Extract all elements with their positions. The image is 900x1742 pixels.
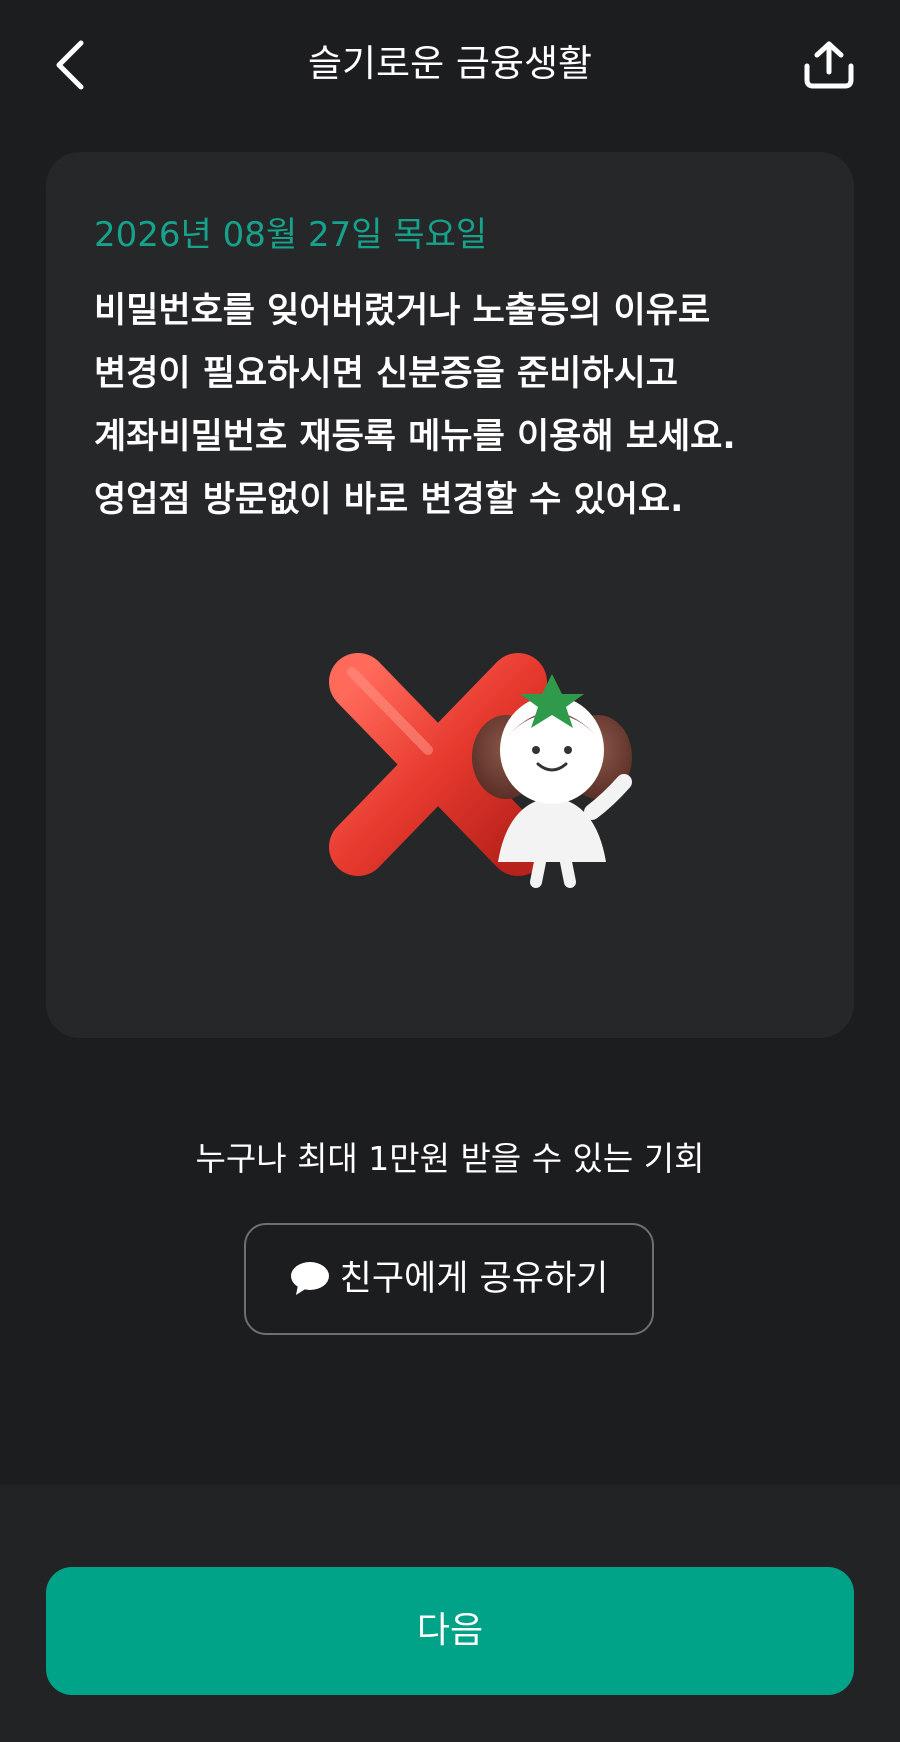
header: 슬기로운 금융생활 xyxy=(0,0,900,130)
next-button[interactable]: 다음 xyxy=(46,1567,854,1695)
card-message-line: 영업점 방문없이 바로 변경할 수 있어요. xyxy=(94,480,684,520)
card-message-line: 변경이 필요하시면 신분증을 준비하시고 xyxy=(94,354,678,394)
red-x-mascot-illustration xyxy=(329,653,632,888)
card-message: 비밀번호를 잊어버렸거나 노출등의 이유로 변경이 필요하시면 신분증을 준비하… xyxy=(94,280,834,532)
next-button-label: 다음 xyxy=(416,1610,484,1651)
share-with-friend-label: 친구에게 공유하기 xyxy=(339,1259,609,1299)
share-with-friend-button[interactable]: 친구에게 공유하기 xyxy=(244,1223,654,1335)
chat-bubble-icon xyxy=(290,1262,329,1295)
tip-card: 2026년 08월 27일 목요일 비밀번호를 잊어버렸거나 노출등의 이유로 … xyxy=(46,152,854,1038)
card-message-line: 계좌비밀번호 재등록 메뉴를 이용해 보세요. xyxy=(94,417,736,457)
share-button[interactable] xyxy=(794,30,864,100)
promo-text: 누구나 최대 1만원 받을 수 있는 기회 xyxy=(195,1139,705,1178)
card-date: 2026년 08월 27일 목요일 xyxy=(94,215,488,255)
card-message-line: 비밀번호를 잊어버렸거나 노출등의 이유로 xyxy=(94,291,711,331)
share-upload-icon xyxy=(804,41,854,89)
page-title: 슬기로운 금융생활 xyxy=(307,42,593,85)
